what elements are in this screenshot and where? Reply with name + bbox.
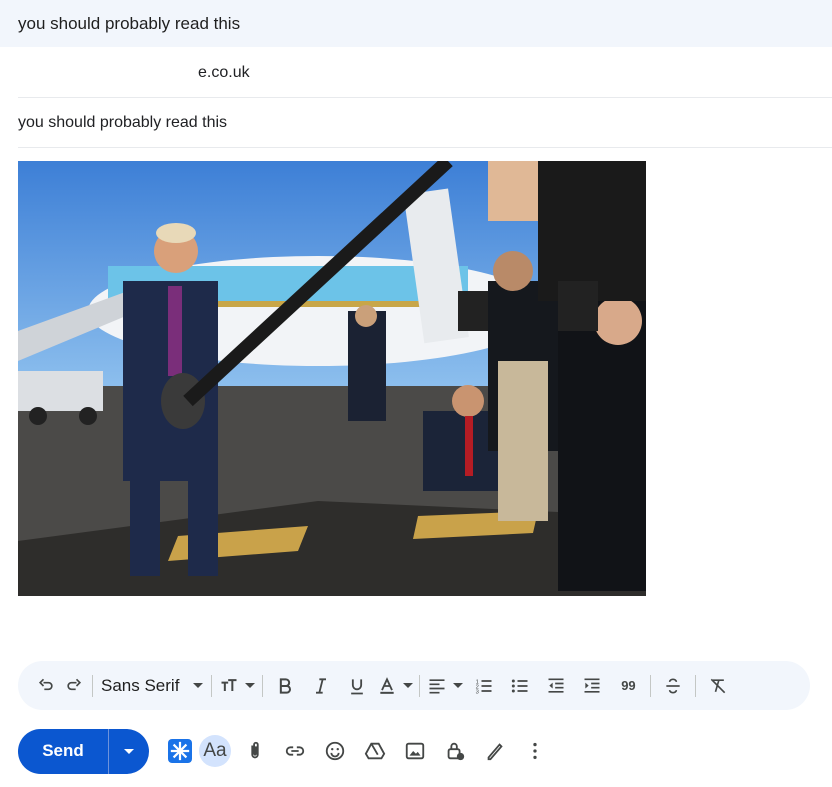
text-color-icon (380, 676, 395, 694)
align-icon (429, 678, 445, 693)
italic-icon (316, 677, 327, 694)
remove-formatting-button[interactable] (700, 670, 736, 702)
quote-icon: 99 (621, 678, 636, 693)
bold-icon (280, 677, 292, 694)
gemini-button[interactable] (165, 731, 195, 771)
compose-title: you should probably read this (18, 13, 241, 33)
text-size-button[interactable] (216, 670, 258, 702)
redo-icon (67, 678, 82, 690)
chevron-down-icon (245, 683, 256, 688)
insert-link-button[interactable] (275, 731, 315, 771)
confidential-mode-button[interactable] (435, 731, 475, 771)
underline-icon (351, 678, 364, 694)
photo-icon (405, 742, 425, 760)
insert-signature-button[interactable] (475, 731, 515, 771)
text-color-button[interactable] (375, 670, 415, 702)
recipient-chip[interactable]: e.co.uk (18, 64, 250, 82)
text-size-icon (221, 678, 237, 691)
signature-icon (487, 743, 503, 761)
undo-icon (38, 678, 53, 690)
confidential-icon (447, 742, 465, 761)
compose-bottom-bar: Send Aa (18, 728, 555, 774)
to-field[interactable]: e.co.uk (18, 48, 832, 98)
indent-more-icon (584, 678, 600, 693)
insert-emoji-button[interactable] (315, 731, 355, 771)
chevron-down-icon (124, 748, 134, 754)
indent-less-button[interactable] (538, 670, 574, 702)
insert-photo-button[interactable] (395, 731, 435, 771)
font-family-label: Sans Serif (101, 675, 180, 695)
send-button[interactable]: Send (18, 729, 108, 774)
chevron-down-icon (193, 683, 204, 688)
chevron-down-icon (403, 683, 414, 688)
redo-button[interactable] (60, 670, 88, 702)
strikethrough-icon (666, 678, 681, 693)
text-format-icon: Aa (199, 735, 231, 767)
send-button-group: Send (18, 728, 149, 774)
svg-text:3: 3 (476, 689, 479, 695)
bold-button[interactable] (267, 670, 303, 702)
quote-button[interactable]: 99 (610, 670, 646, 702)
link-icon (285, 746, 305, 756)
strikethrough-button[interactable] (655, 670, 691, 702)
formatting-toolbar: Sans Serif 123 99 (18, 661, 810, 710)
drive-icon (364, 742, 386, 760)
bulleted-list-button[interactable] (502, 670, 538, 702)
gemini-icon (168, 739, 192, 763)
bulleted-list-icon (512, 679, 528, 692)
subject-field[interactable]: you should probably read this (18, 98, 832, 148)
more-options-button[interactable] (515, 731, 555, 771)
underline-button[interactable] (339, 670, 375, 702)
insert-drive-button[interactable] (355, 731, 395, 771)
chevron-down-icon (453, 683, 464, 688)
recipient-domain: e.co.uk (198, 63, 250, 81)
attach-icon (251, 741, 259, 759)
numbered-list-button[interactable]: 123 (466, 670, 502, 702)
align-button[interactable] (424, 670, 466, 702)
send-options-button[interactable] (109, 729, 149, 774)
italic-button[interactable] (303, 670, 339, 702)
font-family-select[interactable]: Sans Serif (97, 676, 207, 696)
numbered-list-icon: 123 (476, 679, 492, 695)
attach-button[interactable] (235, 731, 275, 771)
remove-formatting-icon (711, 678, 726, 693)
undo-button[interactable] (32, 670, 60, 702)
photo-illustration (18, 161, 646, 596)
indent-less-icon (548, 678, 564, 693)
emoji-icon (325, 741, 345, 761)
redacted-recipient (18, 64, 196, 81)
more-options-icon (533, 742, 537, 760)
subject-text[interactable]: you should probably read this (18, 114, 227, 132)
inline-photo[interactable] (18, 161, 646, 596)
indent-more-button[interactable] (574, 670, 610, 702)
formatting-options-button[interactable]: Aa (195, 731, 235, 771)
compose-title-bar: you should probably read this (0, 0, 832, 47)
